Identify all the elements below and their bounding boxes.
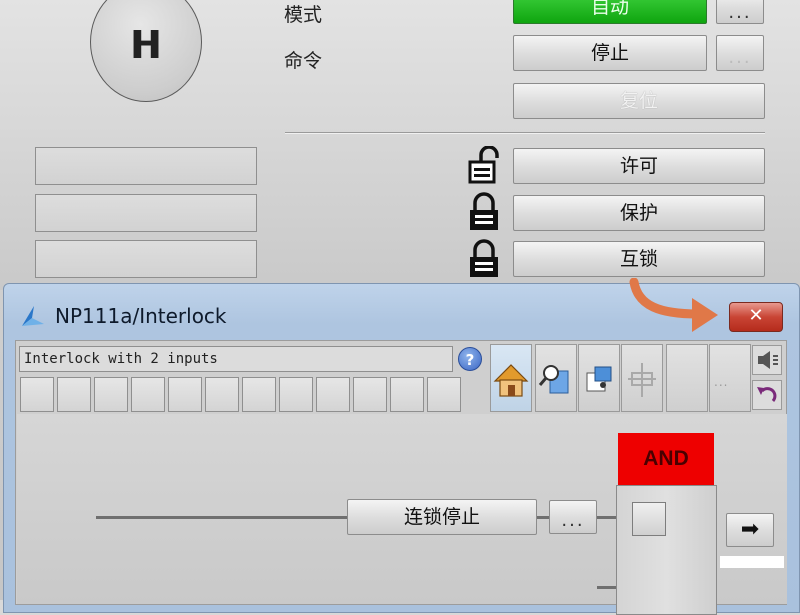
empty-tool-slot: ... [709,344,751,412]
status-cell [57,377,91,412]
and-gate-label: AND [618,433,714,485]
home-view-button[interactable] [490,344,532,412]
empty-tool-dots: ... [714,375,729,389]
status-cell [279,377,313,412]
home-icon [493,364,529,397]
lock-closed-icon [470,239,498,277]
status-cell [20,377,54,412]
callout-arrow-icon [629,278,718,332]
lock-open-icon [468,146,499,184]
status-cell [94,377,128,412]
description-field: Interlock with 2 inputs [19,346,453,372]
mode-more-button[interactable]: ... [716,0,764,24]
disabled-symbol-icon [628,363,656,397]
status-field-1 [35,147,257,185]
gate-input-checkbox[interactable] [632,502,666,536]
app-logo-icon [22,306,44,326]
mode-label: 模式 [284,4,323,26]
reset-button: 复位 [513,83,765,119]
status-cell [242,377,276,412]
status-cell [353,377,387,412]
undo-icon [757,387,777,403]
divider [285,132,765,134]
search-docs-button[interactable] [535,344,577,412]
output-arrow-button[interactable]: ➡ [726,513,774,547]
input-line [96,516,348,519]
status-cell [427,377,461,412]
command-label: 命令 [284,50,323,72]
search-docs-icon [538,365,569,394]
lock-closed-icon [470,192,498,230]
empty-tool-slot [666,344,708,412]
input-more-button[interactable]: ... [549,500,597,534]
command-more-button: ... [716,35,764,71]
input-connector [537,516,549,519]
input-to-gate-line [597,516,617,519]
disabled-symbol-button [621,344,663,412]
stop-button[interactable]: 停止 [513,35,707,71]
help-icon[interactable]: ? [458,347,482,371]
arrow-right-icon: ➡ [740,517,760,542]
status-cell [131,377,165,412]
speaker-button[interactable] [752,345,782,375]
pin-icon [586,366,612,392]
status-cell [168,377,202,412]
speaker-icon [758,351,778,369]
status-cell [205,377,239,412]
motor-symbol-glyph: H [129,23,163,67]
status-field-3 [35,240,257,278]
pin-button[interactable] [578,344,620,412]
permit-button[interactable]: 许可 [513,148,765,184]
status-field-2 [35,194,257,232]
output-value-bar [720,556,784,568]
protect-button[interactable]: 保护 [513,195,765,231]
undo-button[interactable] [752,380,782,410]
status-cell [390,377,424,412]
mode-auto-button[interactable]: 自动 [513,0,707,24]
interlock-button[interactable]: 互锁 [513,241,765,277]
input-2-line [597,586,617,589]
window-title: NP111a/Interlock [55,304,227,328]
status-cell [316,377,350,412]
interlock-stop-input[interactable]: 连锁停止 [347,499,537,535]
